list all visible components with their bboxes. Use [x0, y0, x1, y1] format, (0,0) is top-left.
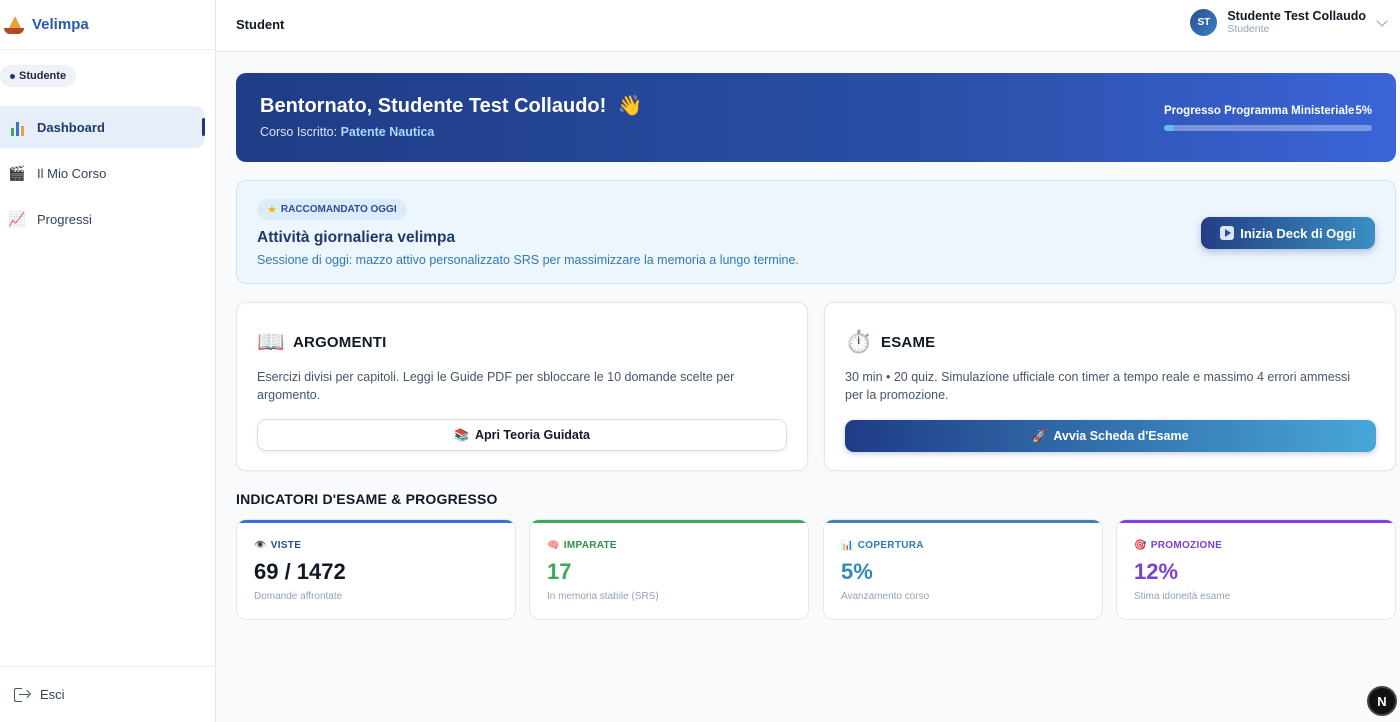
stat-value: 5% [841, 559, 873, 584]
course-prefix: Corso Iscritto: [260, 125, 338, 139]
exam-card: ⏱️ ESAME 30 min • 20 quiz. Simulazione u… [824, 302, 1396, 471]
stat-value: 69 / 1472 [254, 559, 346, 584]
page-title: Student [236, 17, 285, 32]
stat-value: 12% [1134, 559, 1179, 584]
stat-card-copertura: 📊 COPERTURA 5% Avanzamento corso [823, 519, 1103, 620]
stat-label: PROMOZIONE [1150, 540, 1223, 551]
clapper-icon: 🎬 [8, 165, 26, 181]
stat-caption: Stima idoneità esame [1134, 591, 1231, 602]
start-daily-deck-button[interactable]: Inizia Deck di Oggi [1201, 217, 1375, 249]
program-progress-label: Progresso Programma Ministeriale [1164, 105, 1355, 117]
bar-chart-icon [8, 118, 26, 136]
stat-value: 17 [547, 559, 572, 584]
target-icon: 🎯 [1134, 540, 1147, 551]
brain-icon: 🧠 [547, 540, 560, 551]
stat-caption: In memoria stabile (SRS) [547, 591, 659, 602]
topics-description: Esercizi divisi per capitoli. Leggi le G… [257, 370, 735, 402]
program-progress-bar [1164, 125, 1372, 131]
sidebar-item-il-mio-corso[interactable]: 🎬 Il Mio Corso [0, 152, 205, 194]
stat-card-imparate: 🧠 IMPARATE 17 In memoria stabile (SRS) [529, 519, 809, 620]
stat-label: IMPARATE [563, 540, 617, 551]
open-book-icon: 📖 [257, 329, 285, 354]
chevron-down-icon [1376, 14, 1388, 27]
topics-card: 📖 ARGOMENTI Esercizi divisi per capitoli… [236, 302, 808, 471]
wave-icon: 👋 [617, 95, 643, 117]
course-name: Patente Nautica [340, 125, 435, 139]
daily-activity-description: Sessione di oggi: mazzo attivo personali… [257, 253, 799, 267]
sidebar-item-progressi[interactable]: 📈 Progressi [0, 198, 205, 240]
stat-caption: Domande affrontate [254, 591, 343, 602]
avatar: ST [1190, 9, 1218, 36]
stat-label: COPERTURA [857, 540, 924, 551]
sidebar-nav: Dashboard 🎬 Il Mio Corso 📈 Progressi [0, 106, 216, 244]
logout-label: Esci [40, 687, 65, 702]
stat-label: VISTE [270, 540, 302, 551]
books-icon: 📚 [453, 428, 469, 442]
user-role: Studente [1227, 22, 1270, 35]
star-icon: ★ [267, 204, 277, 216]
enrolled-course: Corso Iscritto: Patente Nautica [260, 125, 434, 139]
stopwatch-icon: ⏱️ [845, 329, 873, 354]
start-exam-button[interactable]: 🚀 Avvia Scheda d'Esame [845, 420, 1376, 452]
welcome-greeting: Bentornato, Studente Test Collaudo! [260, 95, 607, 117]
bar-chart-icon: 📊 [841, 540, 854, 551]
topics-title: ARGOMENTI [293, 333, 387, 351]
welcome-title: Bentornato, Studente Test Collaudo! 👋 [260, 93, 643, 118]
program-progress-fill [1164, 125, 1175, 131]
role-badge: Studente [0, 65, 77, 87]
sidebar-item-label: Il Mio Corso [37, 165, 107, 181]
stat-card-viste: 👁️ VISTE 69 / 1472 Domande affrontate [236, 519, 516, 620]
logout-icon [14, 687, 30, 702]
daily-activity-title: Attività giornaliera velimpa [257, 229, 456, 246]
play-icon [1220, 226, 1235, 240]
recommended-badge: ★ RACCOMANDATO OGGI [257, 199, 407, 220]
open-guided-theory-button[interactable]: 📚 Apri Teoria Guidata [257, 419, 787, 451]
rocket-icon: 🚀 [1032, 429, 1048, 443]
indicators-title: INDICATORI D'ESAME & PROGRESSO [236, 491, 498, 507]
sailboat-logo-icon [4, 15, 24, 35]
role-badge-label: Studente [19, 70, 67, 82]
user-menu[interactable]: ST Studente Test Collaudo Studente [1190, 8, 1388, 36]
logout-button[interactable]: Esci [0, 666, 216, 722]
open-guided-theory-label: Apri Teoria Guidata [474, 428, 591, 442]
start-daily-deck-label: Inizia Deck di Oggi [1240, 225, 1356, 241]
program-progress-value: 5% [1355, 105, 1372, 117]
exam-title: ESAME [881, 333, 936, 351]
welcome-banner: Bentornato, Studente Test Collaudo! 👋 Co… [236, 73, 1396, 162]
brand[interactable]: Velimpa [0, 0, 215, 50]
daily-activity-card: ★ RACCOMANDATO OGGI Attività giornaliera… [236, 180, 1396, 284]
top-bar: Student ST Studente Test Collaudo Studen… [216, 0, 1400, 52]
stat-caption: Avanzamento corso [841, 591, 930, 602]
eye-icon: 👁️ [254, 540, 267, 551]
sidebar-item-label: Dashboard [37, 119, 105, 135]
start-exam-label: Avvia Scheda d'Esame [1053, 429, 1189, 443]
dev-tools-button[interactable]: N [1367, 686, 1397, 716]
user-name: Studente Test Collaudo [1227, 8, 1366, 23]
sidebar-item-dashboard[interactable]: Dashboard [0, 106, 205, 148]
sidebar-item-label: Progressi [37, 211, 92, 227]
dot-icon [10, 73, 15, 79]
exam-description: 30 min • 20 quiz. Simulazione ufficiale … [845, 370, 1351, 402]
stat-card-promozione: 🎯 PROMOZIONE 12% Stima idoneità esame [1116, 519, 1396, 620]
sidebar: Velimpa Studente Dashboard 🎬 Il Mio Cors… [0, 0, 216, 722]
app-name: Velimpa [32, 16, 89, 33]
trend-chart-icon: 📈 [8, 211, 26, 227]
recommended-badge-label: RACCOMANDATO OGGI [280, 204, 397, 215]
